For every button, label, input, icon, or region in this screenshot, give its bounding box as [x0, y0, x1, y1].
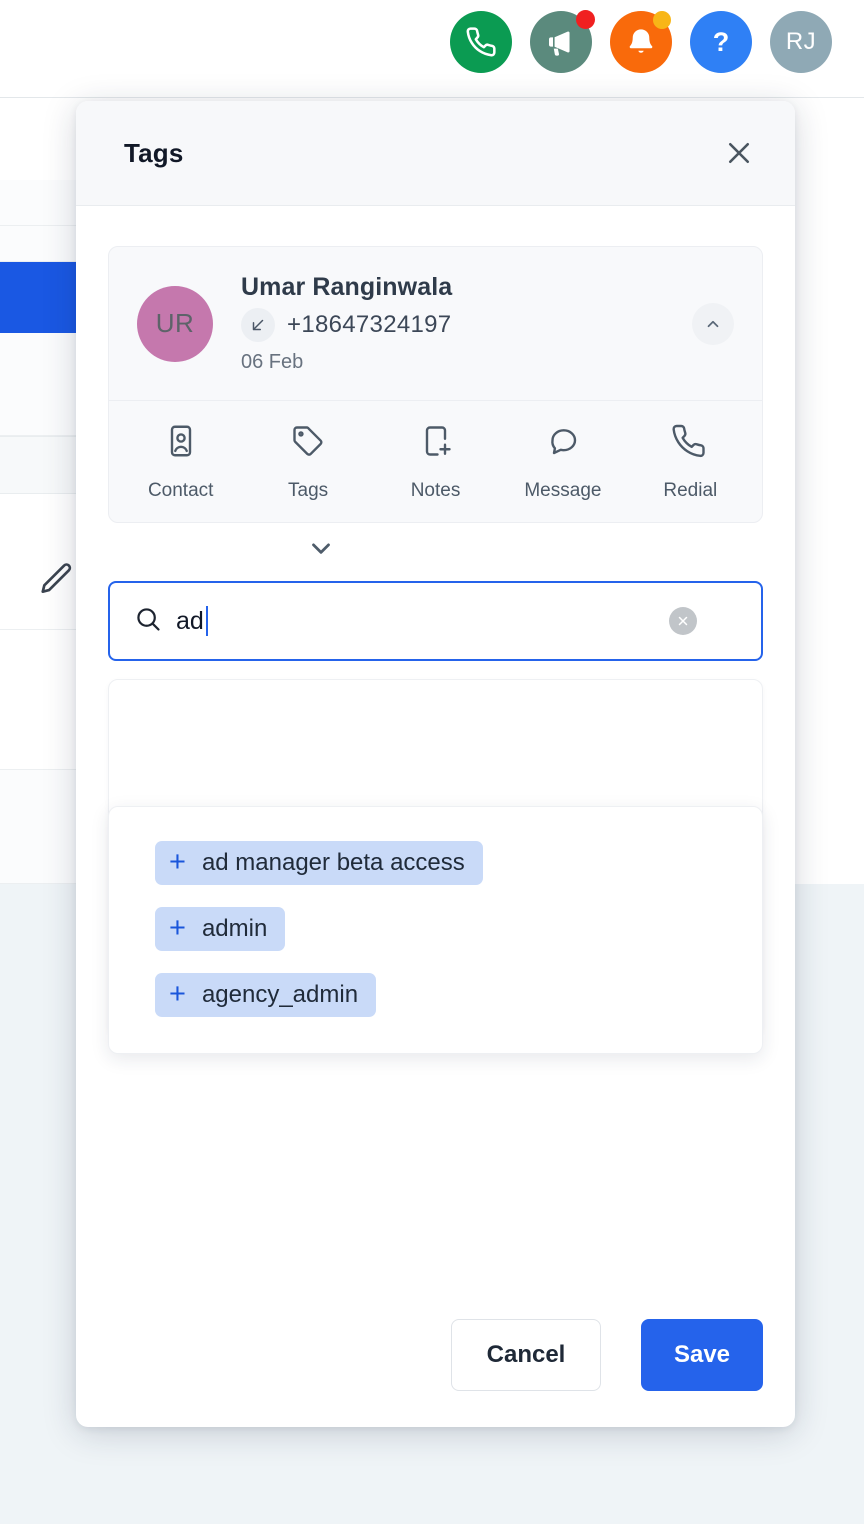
contact-phone-number: +18647324197 [287, 311, 451, 339]
note-add-icon [418, 423, 454, 464]
plus-icon: + [169, 848, 186, 877]
megaphone-icon-button[interactable] [530, 11, 592, 73]
contact-phone-row: +18647324197 [241, 308, 452, 342]
contact-summary: UR Umar Ranginwala +18647324197 06 Fe [109, 247, 762, 401]
text-caret [206, 606, 208, 636]
modal-body: UR Umar Ranginwala +18647324197 06 Fe [76, 206, 795, 1287]
modal-title: Tags [124, 138, 184, 169]
tag-suggestion-item[interactable]: + agency_admin [155, 973, 376, 1017]
tag-suggestion-item[interactable]: + admin [155, 907, 285, 951]
topbar-icon-group: ? RJ [450, 11, 832, 73]
contact-icon [163, 423, 199, 464]
contact-date: 06 Feb [241, 351, 452, 374]
action-notes-label: Notes [411, 480, 461, 502]
contact-name: Umar Ranginwala [241, 273, 452, 302]
plus-icon: + [169, 914, 186, 943]
notifications-icon-button[interactable] [610, 11, 672, 73]
save-button[interactable]: Save [641, 1319, 763, 1391]
help-icon-button[interactable]: ? [690, 11, 752, 73]
megaphone-icon [545, 26, 577, 58]
message-icon [545, 423, 581, 464]
tag-suggestions-dropdown: + ad manager beta access + admin + agenc… [108, 806, 763, 1054]
action-tags[interactable]: Tags [244, 423, 371, 502]
contact-avatar-initials: UR [156, 308, 195, 339]
action-tags-label: Tags [288, 480, 328, 502]
user-avatar[interactable]: RJ [770, 11, 832, 73]
cancel-button[interactable]: Cancel [451, 1319, 601, 1391]
tag-suggestion-label: admin [202, 915, 267, 943]
close-icon[interactable] [717, 131, 761, 175]
clear-search-icon[interactable] [669, 607, 697, 635]
chevron-down-icon[interactable] [76, 533, 763, 563]
contact-action-row: Contact Tags [109, 401, 762, 522]
tag-suggestion-label: ad manager beta access [202, 849, 465, 877]
user-avatar-initials: RJ [786, 28, 816, 56]
action-contact[interactable]: Contact [117, 423, 244, 502]
chevron-up-icon[interactable] [692, 303, 734, 345]
modal-header: Tags [76, 101, 795, 206]
redial-icon [672, 423, 708, 464]
action-notes[interactable]: Notes [372, 423, 499, 502]
tags-modal: Tags UR Umar Ranginwala [76, 101, 795, 1427]
bell-icon [625, 26, 657, 58]
tag-suggestion-item[interactable]: + ad manager beta access [155, 841, 483, 885]
incoming-call-icon [241, 308, 275, 342]
background-selected-cell [0, 262, 76, 333]
tag-search-value-wrapper: ad [176, 606, 208, 636]
search-icon [134, 605, 162, 638]
plus-icon: + [169, 980, 186, 1009]
action-contact-label: Contact [148, 480, 213, 502]
contact-avatar: UR [137, 286, 213, 362]
help-icon: ? [713, 27, 730, 58]
action-redial-label: Redial [663, 480, 717, 502]
contact-details: Umar Ranginwala +18647324197 06 Feb [241, 273, 452, 374]
modal-footer: Cancel Save [76, 1287, 795, 1427]
phone-icon-button[interactable] [450, 11, 512, 73]
megaphone-badge-dot [576, 10, 595, 29]
phone-icon [465, 26, 497, 58]
tag-search-value: ad [176, 607, 204, 636]
top-navigation-bar: ? RJ [0, 0, 864, 98]
tag-suggestion-label: agency_admin [202, 981, 358, 1009]
tag-search-input[interactable]: ad [108, 581, 763, 661]
tag-icon [290, 423, 326, 464]
action-message[interactable]: Message [499, 423, 626, 502]
contact-card: UR Umar Ranginwala +18647324197 06 Fe [108, 246, 763, 523]
notifications-badge-dot [653, 11, 671, 29]
action-redial[interactable]: Redial [627, 423, 754, 502]
tag-search-wrapper: ad [108, 581, 763, 661]
action-message-label: Message [524, 480, 601, 502]
edit-pencil-icon[interactable] [38, 560, 76, 603]
